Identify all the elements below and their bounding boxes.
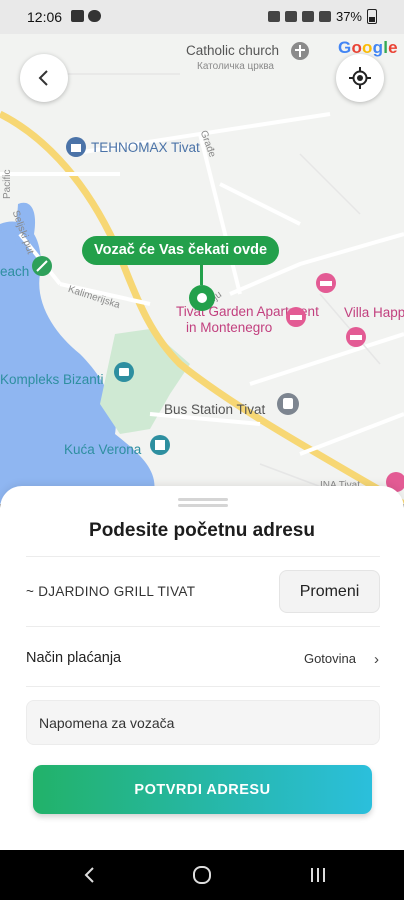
sheet-handle[interactable]: [178, 498, 228, 501]
sheet-title: Podesite početnu adresu: [89, 520, 315, 541]
screen: 12:06 37% Google Catholic church Католич…: [0, 0, 404, 900]
system-nav-bar: [0, 850, 404, 900]
message-icon: [88, 10, 101, 22]
locate-me-button[interactable]: [336, 54, 384, 102]
back-icon: [84, 867, 94, 883]
notification-icons: [71, 10, 101, 22]
pickup-address: ~ DJARDINO GRILL TIVAT: [26, 584, 196, 599]
map-label-villa: Villa Happ: [344, 305, 404, 320]
status-bar: 12:06 37%: [0, 0, 404, 34]
pickup-pin-label: Vozač će Vas čekati ovde: [82, 236, 280, 265]
status-right: 37%: [267, 9, 377, 24]
divider: [26, 686, 380, 687]
map-label-kompleks: Kompleks Bizanti: [0, 372, 104, 387]
home-icon: [193, 866, 211, 884]
mute-icon: [267, 11, 280, 22]
address-sheet: Podesite početnu adresu ~ DJARDINO GRILL…: [0, 486, 404, 850]
confirm-address-button[interactable]: POTVRDI ADRESU: [33, 765, 372, 814]
nav-recents-button[interactable]: [288, 850, 348, 900]
payment-method-value: Gotovina: [303, 651, 356, 666]
map-label-tivat-garden-2: in Montenegro: [186, 320, 273, 335]
chevron-right-icon: ›: [374, 651, 379, 668]
map-label-tehnomax: TEHNOMAX Tivat: [91, 140, 200, 155]
back-button[interactable]: [20, 54, 68, 102]
map-label-bus-station: Bus Station Tivat: [164, 402, 266, 417]
crosshair-icon: [349, 67, 371, 89]
recents-icon: [311, 868, 325, 882]
battery-percent: 37%: [335, 9, 362, 24]
wifi-icon: [301, 11, 314, 22]
battery-icon: [367, 9, 377, 24]
signal-icon: [318, 11, 331, 22]
change-address-button[interactable]: Promeni: [279, 570, 380, 613]
chevron-left-icon: [38, 70, 48, 86]
nav-back-button[interactable]: [60, 850, 120, 900]
status-time: 12:06: [27, 9, 63, 25]
map-view[interactable]: Google Catholic church Католичка црква T…: [0, 34, 404, 504]
driver-note-input[interactable]: [26, 700, 380, 745]
payment-method-label: Način plaćanja: [26, 650, 122, 666]
map-label-pacific: Pacific: [2, 169, 13, 199]
volte-icon: [284, 11, 297, 22]
gallery-icon: [71, 10, 84, 22]
sheet-handle-line: [178, 504, 228, 507]
map-label-church: Catholic church: [186, 43, 280, 58]
map-label-beach: each: [0, 264, 30, 279]
map-label-church-cyr: Католичка црква: [197, 61, 274, 72]
pickup-pin-stem: [200, 265, 203, 285]
pickup-pin-icon[interactable]: [189, 285, 215, 311]
nav-home-button[interactable]: [172, 850, 232, 900]
map-label-kuca-verona: Kuća Verona: [64, 442, 142, 457]
divider: [26, 626, 380, 627]
divider: [26, 556, 380, 557]
